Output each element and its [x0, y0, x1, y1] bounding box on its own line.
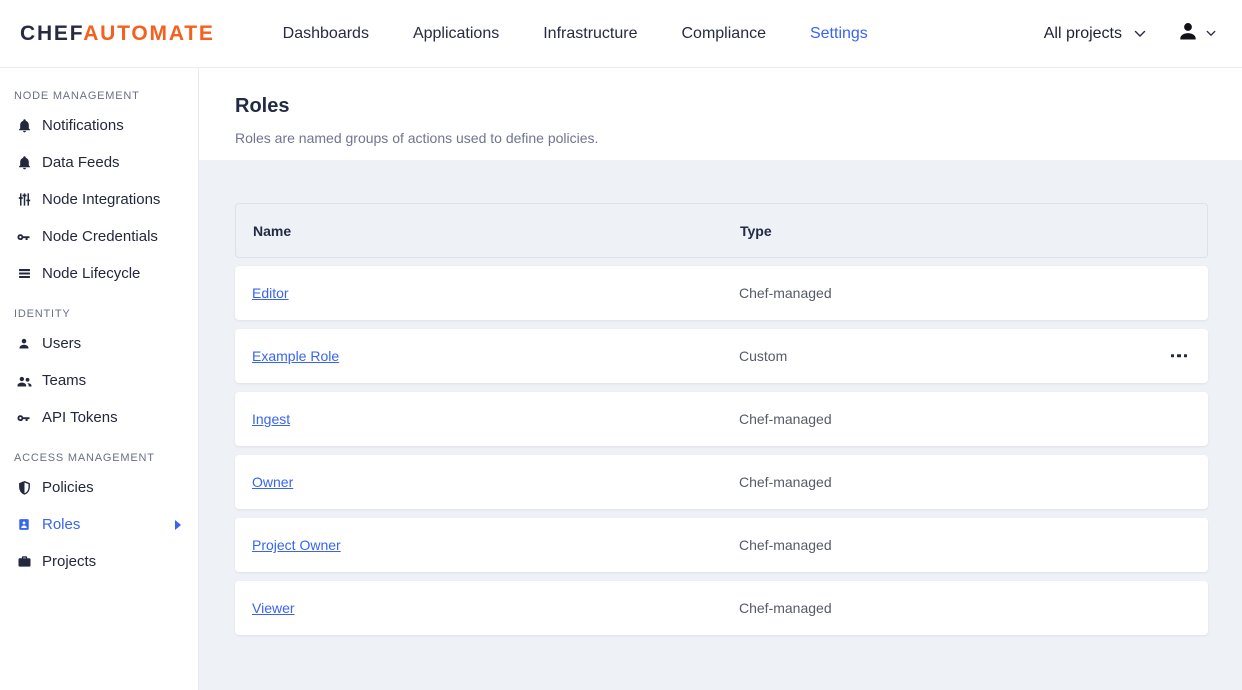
- key-icon: [15, 229, 33, 245]
- chevron-down-icon: [1206, 30, 1216, 37]
- sidebar-item-policies[interactable]: Policies: [0, 469, 198, 506]
- main-content: Roles Roles are named groups of actions …: [199, 68, 1242, 690]
- column-header-name: Name: [236, 223, 740, 239]
- roles-table: Name Type Editor Chef-managed Example Ro…: [235, 203, 1208, 635]
- sidebar-item-label: API Tokens: [42, 409, 118, 426]
- nav-item-dashboards[interactable]: Dashboards: [283, 25, 369, 43]
- nav-item-applications[interactable]: Applications: [413, 25, 499, 43]
- sidebar-item-label: Users: [42, 335, 81, 352]
- table-row: Owner Chef-managed: [235, 455, 1208, 509]
- key-icon: [15, 410, 33, 426]
- logo-chef-text: CHEF: [20, 22, 83, 45]
- sidebar-item-roles[interactable]: Roles: [0, 506, 198, 543]
- bell-icon: [15, 155, 33, 171]
- header-right: All projects: [1044, 19, 1216, 48]
- projects-filter-dropdown[interactable]: All projects: [1044, 25, 1146, 43]
- logo-automate-text: AUTOMATE: [83, 22, 214, 45]
- content-body: Name Type Editor Chef-managed Example Ro…: [199, 160, 1242, 690]
- nav-item-settings[interactable]: Settings: [810, 25, 868, 43]
- main-nav: Dashboards Applications Infrastructure C…: [283, 25, 868, 43]
- sidebar-item-label: Notifications: [42, 117, 124, 134]
- sidebar-item-label: Teams: [42, 372, 86, 389]
- role-type: Chef-managed: [739, 285, 832, 301]
- role-type: Chef-managed: [739, 411, 832, 427]
- sliders-icon: [15, 192, 33, 208]
- sidebar-item-label: Data Feeds: [42, 154, 120, 171]
- sidebar-item-notifications[interactable]: Notifications: [0, 107, 198, 144]
- table-row: Ingest Chef-managed: [235, 392, 1208, 446]
- column-header-type: Type: [740, 223, 772, 239]
- sidebar-item-label: Policies: [42, 479, 94, 496]
- table-row: Project Owner Chef-managed: [235, 518, 1208, 572]
- briefcase-icon: [15, 554, 33, 570]
- sidebar-item-node-integrations[interactable]: Node Integrations: [0, 181, 198, 218]
- active-item-arrow-icon: [175, 520, 181, 530]
- role-type: Custom: [739, 348, 787, 364]
- sidebar-item-projects[interactable]: Projects: [0, 543, 198, 580]
- sidebar-item-users[interactable]: Users: [0, 325, 198, 362]
- sidebar-section-access-management: ACCESS MANAGEMENT: [14, 452, 184, 464]
- role-link-project-owner[interactable]: Project Owner: [252, 537, 341, 553]
- shield-icon: [15, 480, 33, 496]
- top-header: CHEFAUTOMATE Dashboards Applications Inf…: [0, 0, 1242, 68]
- role-link-owner[interactable]: Owner: [252, 474, 293, 490]
- role-link-editor[interactable]: Editor: [252, 285, 289, 301]
- role-type: Chef-managed: [739, 537, 832, 553]
- role-link-example-role[interactable]: Example Role: [252, 348, 339, 364]
- sidebar-item-label: Roles: [42, 516, 80, 533]
- sidebar-item-label: Projects: [42, 553, 96, 570]
- page-subtitle: Roles are named groups of actions used t…: [235, 130, 1206, 146]
- chef-automate-logo[interactable]: CHEFAUTOMATE: [20, 22, 215, 46]
- user-menu[interactable]: [1176, 19, 1216, 48]
- settings-sidebar: NODE MANAGEMENT Notifications Data Feeds…: [0, 68, 199, 690]
- role-link-ingest[interactable]: Ingest: [252, 411, 290, 427]
- sidebar-item-api-tokens[interactable]: API Tokens: [0, 399, 198, 436]
- sidebar-item-node-credentials[interactable]: Node Credentials: [0, 218, 198, 255]
- person-icon: [1176, 19, 1200, 48]
- sidebar-item-teams[interactable]: Teams: [0, 362, 198, 399]
- table-row: Viewer Chef-managed: [235, 581, 1208, 635]
- sidebar-item-node-lifecycle[interactable]: Node Lifecycle: [0, 255, 198, 292]
- role-type: Chef-managed: [739, 600, 832, 616]
- sidebar-item-label: Node Credentials: [42, 228, 158, 245]
- app-shell: NODE MANAGEMENT Notifications Data Feeds…: [0, 68, 1242, 690]
- sidebar-section-node-management: NODE MANAGEMENT: [14, 90, 184, 102]
- badge-icon: [15, 517, 33, 533]
- projects-filter-label: All projects: [1044, 25, 1122, 43]
- bell-icon: [15, 118, 33, 134]
- sidebar-section-identity: IDENTITY: [14, 308, 184, 320]
- role-link-viewer[interactable]: Viewer: [252, 600, 295, 616]
- nav-item-infrastructure[interactable]: Infrastructure: [543, 25, 637, 43]
- chevron-down-icon: [1134, 30, 1146, 38]
- page-header: Roles Roles are named groups of actions …: [199, 68, 1242, 160]
- group-icon: [15, 373, 33, 389]
- sidebar-item-label: Node Integrations: [42, 191, 160, 208]
- sidebar-item-label: Node Lifecycle: [42, 265, 140, 282]
- list-icon: [15, 266, 33, 282]
- table-row: Example Role Custom: [235, 329, 1208, 383]
- ellipsis-icon[interactable]: [1169, 348, 1189, 363]
- page-title: Roles: [235, 95, 1206, 118]
- sidebar-item-data-feeds[interactable]: Data Feeds: [0, 144, 198, 181]
- nav-item-compliance[interactable]: Compliance: [682, 25, 766, 43]
- person-icon: [15, 336, 33, 352]
- role-type: Chef-managed: [739, 474, 832, 490]
- table-header-row: Name Type: [235, 203, 1208, 258]
- table-row: Editor Chef-managed: [235, 266, 1208, 320]
